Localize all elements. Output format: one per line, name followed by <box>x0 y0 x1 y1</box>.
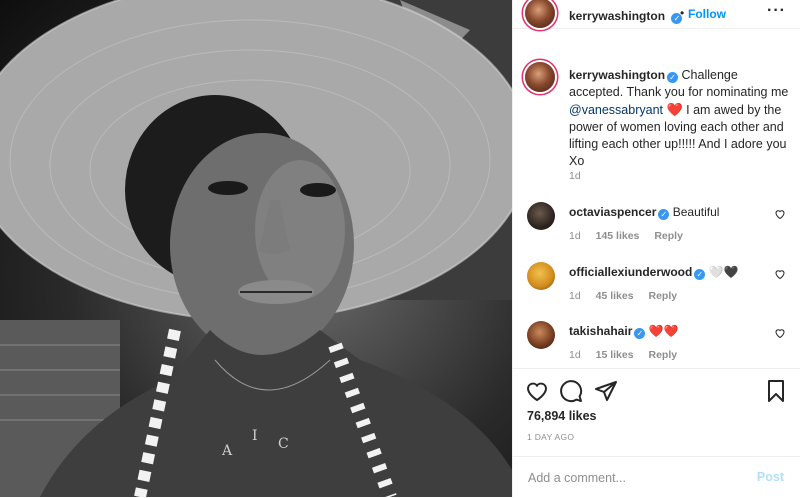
comment-likes[interactable]: 15 likes <box>596 349 634 361</box>
comment-meta: 1d 15 likes Reply <box>569 349 689 361</box>
verified-badge-icon: ✓ <box>634 328 646 339</box>
caption-author-avatar[interactable] <box>525 62 555 92</box>
comment-likes[interactable]: 45 likes <box>596 290 634 302</box>
svg-text:C: C <box>278 436 289 452</box>
commenter-avatar[interactable] <box>527 321 555 349</box>
comment-text: ❤️❤️ <box>648 324 679 338</box>
caption-heart-emoji: ❤️ <box>666 102 683 117</box>
comment-time[interactable]: 1d <box>569 349 581 361</box>
comment-body: octaviaspencer ✓ Beautiful <box>569 205 719 220</box>
add-comment-input[interactable] <box>526 467 730 489</box>
comment-meta: 1d 45 likes Reply <box>569 290 689 302</box>
reply-button[interactable]: Reply <box>648 349 677 361</box>
comment-bubble-icon[interactable] <box>559 379 583 403</box>
comment-row: officiallexiunderwood ✓ 🤍🖤 1d 45 likes Re… <box>513 262 800 310</box>
comment-text: Beautiful <box>672 205 720 219</box>
caption-username[interactable]: kerrywashington <box>569 68 665 82</box>
verified-badge-icon: ✓ <box>667 72 679 83</box>
comment-likes[interactable]: 145 likes <box>596 230 640 242</box>
share-paper-plane-icon[interactable] <box>594 379 618 403</box>
comment-meta: 1d 145 likes Reply <box>569 230 695 242</box>
comment-row: octaviaspencer ✓ Beautiful 1d 145 likes R… <box>513 202 800 250</box>
commenter-avatar[interactable] <box>527 262 555 290</box>
commenter-avatar[interactable] <box>527 202 555 230</box>
post-comment-button[interactable]: Post <box>757 470 784 484</box>
save-bookmark-icon[interactable] <box>764 379 788 403</box>
post-date[interactable]: 1 DAY AGO <box>527 432 574 442</box>
comment-body: takishahair ✓ ❤️❤️ <box>569 324 679 339</box>
reply-button[interactable]: Reply <box>648 290 677 302</box>
like-heart-icon[interactable] <box>525 379 549 403</box>
add-comment-bar: Post <box>513 456 800 498</box>
caption-mention-link[interactable]: @vanessabryant <box>569 103 663 117</box>
comment-time[interactable]: 1d <box>569 290 581 302</box>
photo-illustration: A I C <box>0 0 512 497</box>
author-avatar[interactable] <box>525 0 555 28</box>
likes-count[interactable]: 76,894 likes <box>527 409 597 423</box>
comment-row: takishahair ✓ ❤️❤️ 1d 15 likes Reply <box>513 321 800 368</box>
author-username[interactable]: kerrywashington <box>569 9 665 23</box>
reply-button[interactable]: Reply <box>654 230 683 242</box>
author-username-block[interactable]: kerrywashington ✓ <box>569 7 683 25</box>
comment-text: 🤍🖤 <box>708 265 739 279</box>
follow-button[interactable]: Follow <box>688 7 726 21</box>
like-comment-heart-icon[interactable] <box>774 208 786 220</box>
more-options-icon[interactable]: ··· <box>767 2 786 20</box>
comment-body: officiallexiunderwood ✓ 🤍🖤 <box>569 265 739 280</box>
caption-timestamp[interactable]: 1d <box>569 170 581 182</box>
commenter-username[interactable]: takishahair <box>569 324 632 338</box>
like-comment-heart-icon[interactable] <box>774 327 786 339</box>
commenter-username[interactable]: officiallexiunderwood <box>569 265 692 279</box>
verified-badge-icon: ✓ <box>658 209 670 220</box>
post-photo[interactable]: A I C <box>0 0 512 497</box>
header-separator: • <box>680 6 685 20</box>
post-side-panel: kerrywashington ✓ • Follow ··· kerrywash… <box>512 0 800 497</box>
comments-section[interactable]: kerrywashington ✓ Challenge accepted. Tha… <box>513 29 800 368</box>
post-actions: 76,894 likes 1 DAY AGO Post <box>513 368 800 497</box>
comment-time[interactable]: 1d <box>569 230 581 242</box>
verified-badge-icon: ✓ <box>694 269 706 280</box>
svg-text:A: A <box>221 443 233 459</box>
commenter-username[interactable]: octaviaspencer <box>569 205 656 219</box>
svg-text:I: I <box>252 428 258 444</box>
like-comment-heart-icon[interactable] <box>774 268 786 280</box>
post-header: kerrywashington ✓ • Follow ··· <box>513 0 800 29</box>
caption-text: kerrywashington ✓ Challenge accepted. Tha… <box>569 67 789 170</box>
